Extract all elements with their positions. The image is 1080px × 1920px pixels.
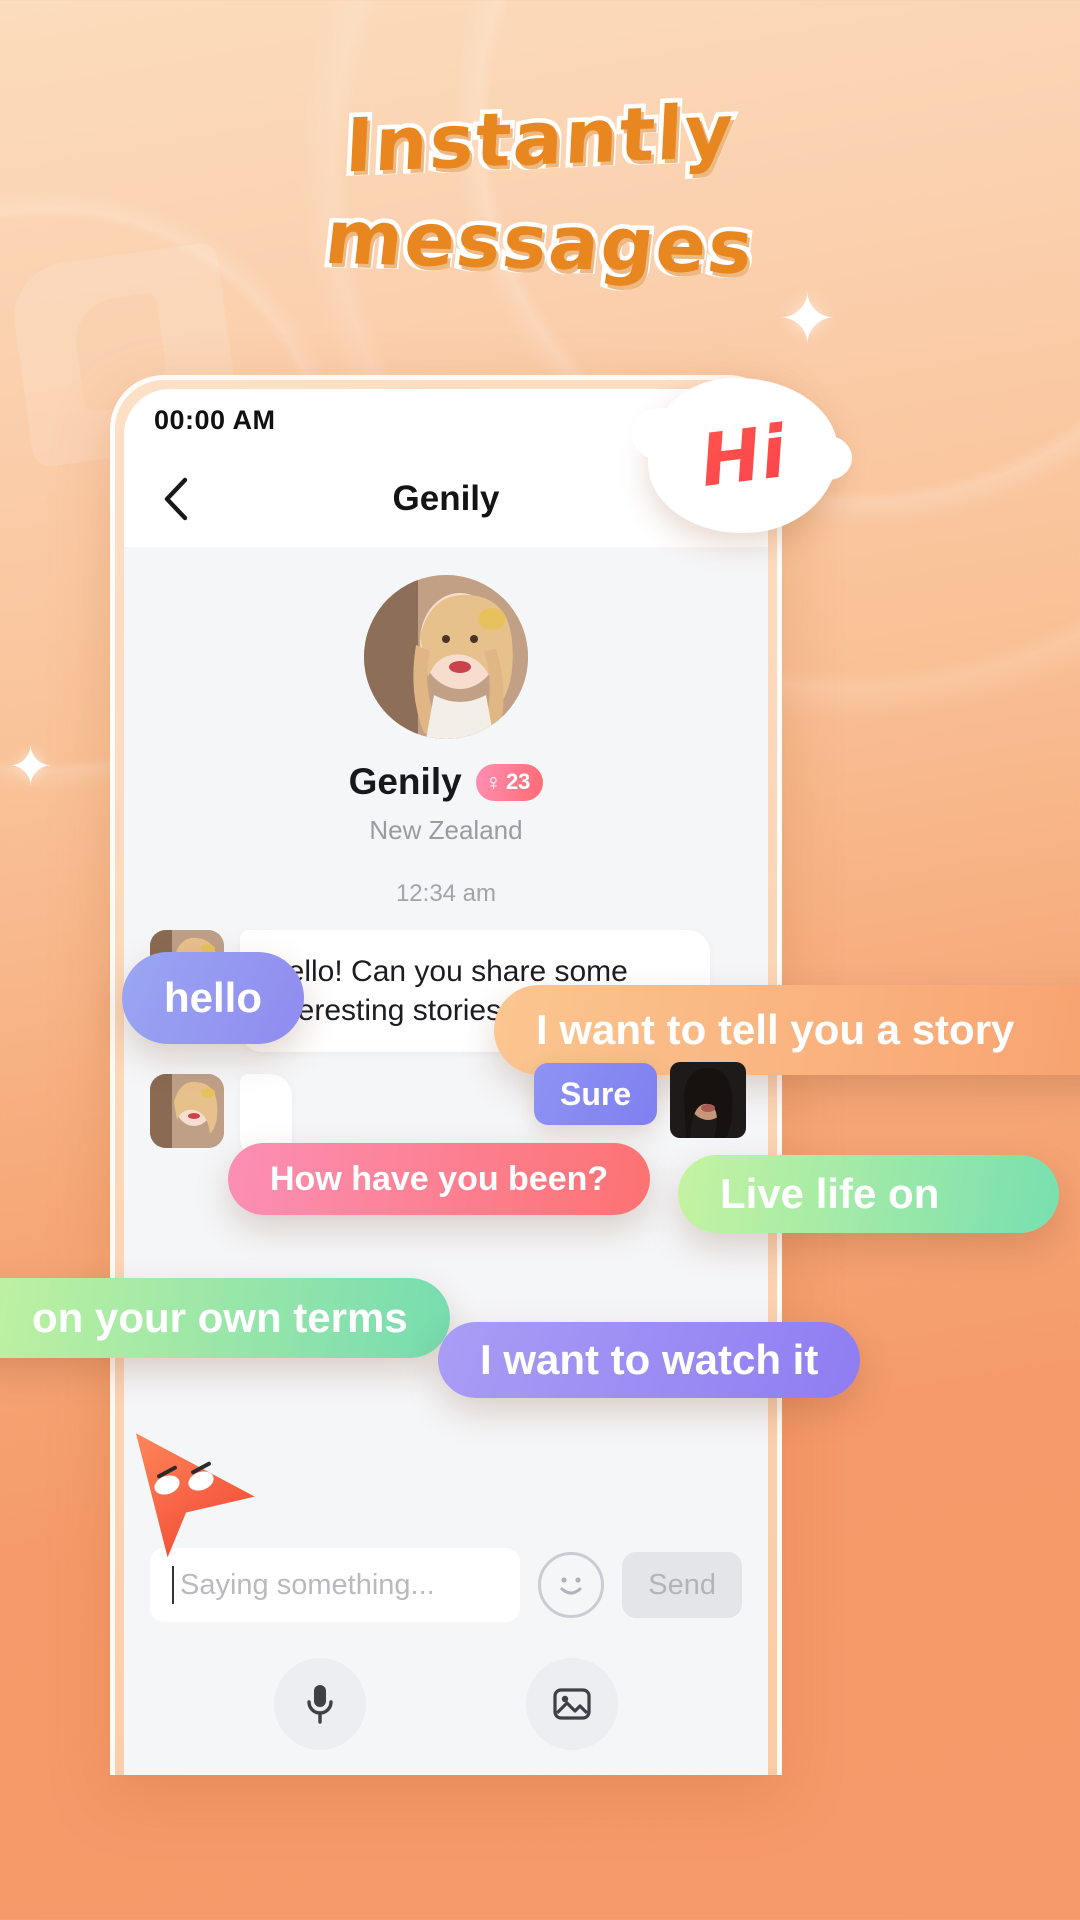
gallery-button[interactable] <box>526 1658 618 1750</box>
microphone-icon <box>307 1685 333 1724</box>
floating-bubble-sure[interactable]: Sure <box>534 1063 658 1125</box>
floating-bubble-own-terms[interactable]: on your own terms <box>0 1278 450 1358</box>
hi-sticker: Hi <box>632 378 852 533</box>
profile-age: 23 <box>505 769 531 794</box>
status-bar-time: 00:00 AM <box>154 404 276 435</box>
text-caret <box>172 1566 174 1604</box>
message-avatar[interactable] <box>150 1074 224 1148</box>
voice-record-button[interactable] <box>274 1658 366 1750</box>
floating-bubble-live-life[interactable]: Live life on <box>678 1155 1060 1233</box>
floating-bubble-hello[interactable]: hello <box>122 952 305 1044</box>
message-avatar-second-user[interactable] <box>670 1062 746 1138</box>
profile-name: Genily <box>348 761 462 802</box>
profile-location: New Zealand <box>369 815 523 845</box>
sparkle-icon: ✦ <box>8 737 54 797</box>
sticker-label: Hi <box>639 367 846 544</box>
bottom-action-bar <box>124 1633 768 1775</box>
avatar[interactable] <box>364 575 528 739</box>
pointer-arrow-icon <box>128 1428 260 1560</box>
message-input-placeholder: Saying something... <box>180 1568 435 1601</box>
floating-bubble-tell-story[interactable]: I want to tell you a story <box>494 985 1080 1075</box>
emoji-button[interactable] <box>538 1552 605 1618</box>
sparkle-icon: ✦ <box>778 280 837 358</box>
smiley-icon <box>560 1577 582 1595</box>
profile-header: Genily ♀ 23 New Zealand <box>124 547 768 846</box>
floating-bubble-how-have-you-been[interactable]: How have you been? <box>228 1143 651 1215</box>
conversation-timestamp: 12:34 am <box>395 880 497 907</box>
headline-line-1: Instantly <box>339 84 741 194</box>
profile-name-row: Genily ♀ 23 <box>124 761 768 803</box>
status-badge: ♀ 23 <box>475 763 544 801</box>
send-button[interactable]: Send <box>622 1552 742 1618</box>
floating-bubble-watch-it[interactable]: I want to watch it <box>438 1322 861 1398</box>
female-icon: ♀ <box>484 768 502 795</box>
image-icon <box>553 1688 591 1720</box>
